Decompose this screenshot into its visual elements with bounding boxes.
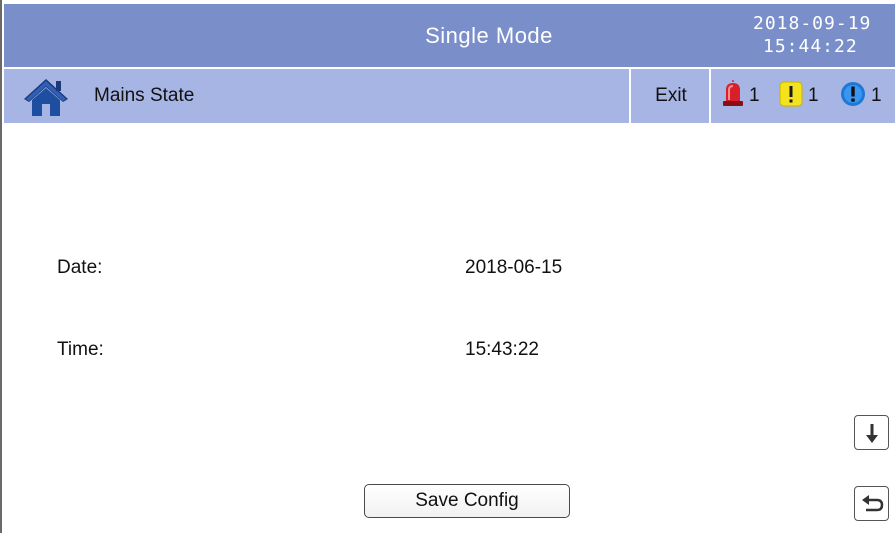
section-title: Mains State [94,85,195,106]
title-bar: Single Mode 2018-09-19 15:44:22 [4,4,895,67]
time-label: Time: [57,339,104,360]
info-count: 1 [871,85,882,106]
clock: 2018-09-19 15:44:22 [749,12,895,58]
blue-info-icon [840,81,866,112]
home-icon[interactable] [22,77,70,117]
back-button[interactable] [854,486,889,521]
save-config-button[interactable]: Save Config [364,484,570,518]
scroll-down-button[interactable] [854,415,889,450]
date-label: Date: [57,257,103,278]
alarm-count: 1 [749,85,760,106]
warning-indicator[interactable]: 1 [779,69,819,123]
sub-header-bar: Mains State Exit 1 1 1 [4,69,895,123]
clock-date: 2018-09-19 [753,13,872,34]
alarm-indicator[interactable]: 1 [722,69,760,123]
clock-time: 15:44:22 [763,36,858,57]
date-value: 2018-06-15 [465,257,563,278]
exit-button[interactable]: Exit [631,69,711,123]
red-alarm-beacon-icon [722,79,744,113]
yellow-warning-icon [779,81,803,112]
info-indicator[interactable]: 1 [840,69,882,123]
screen: Single Mode 2018-09-19 15:44:22 Mains St… [0,0,895,533]
divider [709,69,711,123]
warning-count: 1 [808,85,819,106]
time-value: 15:43:22 [465,339,539,360]
page-title: Single Mode [425,23,553,48]
